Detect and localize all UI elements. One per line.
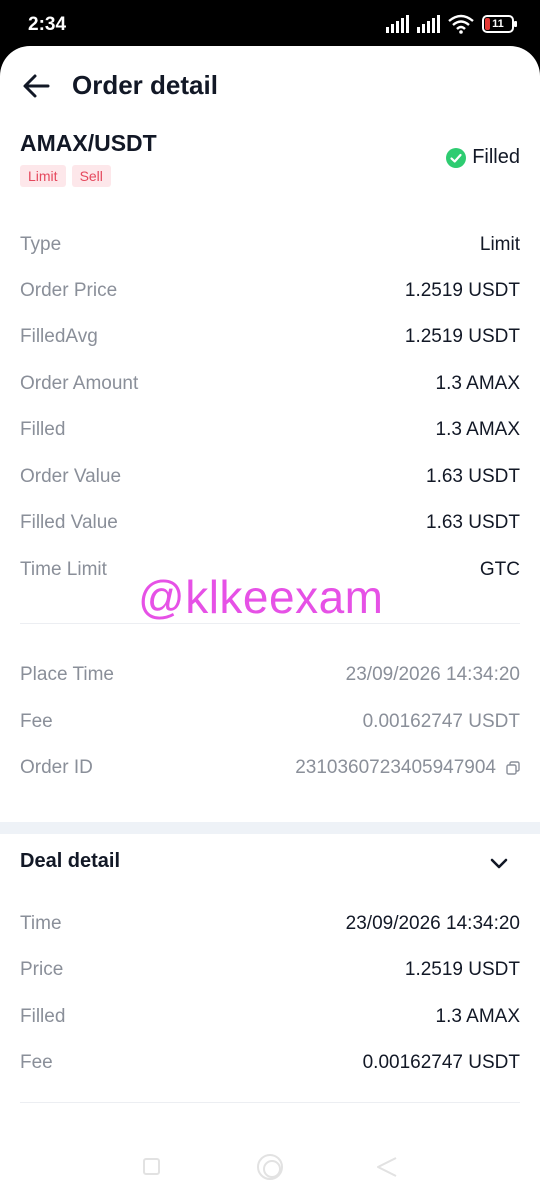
detail-value: 1.2519 USDT <box>404 280 520 301</box>
check-circle-icon <box>446 147 467 168</box>
detail-label: FilledAvg <box>20 326 98 347</box>
meta-row-order-id: Order ID 2310360723405947904 <box>20 753 520 783</box>
detail-label: Time Limit <box>20 559 107 580</box>
header: Order detail <box>0 46 540 126</box>
detail-label: Order Price <box>20 280 118 301</box>
detail-label: Filled <box>20 419 66 440</box>
meta-row-fee: Fee 0.00162747 USDT <box>20 707 520 737</box>
wifi-icon <box>448 14 474 34</box>
detail-label: Filled Value <box>20 512 118 533</box>
signal-icon <box>386 15 409 33</box>
detail-row-type: Type Limit <box>20 230 520 260</box>
order-detail-screen: Order detail AMAX/USDT Limit Sell Filled… <box>0 46 540 1200</box>
meta-value: 0.00162747 USDT <box>362 711 520 732</box>
status-icons: 11 <box>386 14 517 34</box>
order-side-tag: Sell <box>71 165 111 187</box>
deal-detail-title: Deal detail <box>20 850 121 872</box>
deal-value: 1.2519 USDT <box>404 959 520 980</box>
detail-value: 1.63 USDT <box>426 466 520 487</box>
deal-row-price: Price 1.2519 USDT <box>20 955 520 985</box>
status-badge: Filled <box>446 146 520 169</box>
deal-label: Fee <box>20 1052 53 1073</box>
deal-value: 1.3 AMAX <box>435 1006 521 1027</box>
status-label: Filled <box>472 146 520 168</box>
section-divider <box>20 623 520 624</box>
meta-row-place-time: Place Time 23/09/2026 14:34:20 <box>20 660 520 690</box>
detail-label: Type <box>20 234 62 255</box>
system-navbar <box>0 1146 540 1200</box>
detail-row-filled-avg: FilledAvg 1.2519 USDT <box>20 322 520 352</box>
meta-value: 23/09/2026 14:34:20 <box>345 664 520 685</box>
meta-label: Place Time <box>20 664 114 685</box>
detail-row-filled-value: Filled Value 1.63 USDT <box>20 508 520 538</box>
nav-back-icon[interactable] <box>376 1156 398 1178</box>
section-separator <box>0 822 540 834</box>
detail-value: GTC <box>479 559 520 580</box>
arrow-left-icon[interactable] <box>20 70 52 102</box>
deal-row-time: Time 23/09/2026 14:34:20 <box>20 909 520 939</box>
detail-label: Order Value <box>20 466 122 487</box>
status-time: 2:34 <box>28 14 67 35</box>
deal-label: Time <box>20 913 62 934</box>
order-type-tag: Limit <box>20 165 66 187</box>
detail-value: 1.2519 USDT <box>404 326 520 347</box>
detail-value: 1.3 AMAX <box>435 419 521 440</box>
meta-label: Fee <box>20 711 53 732</box>
deal-value: 0.00162747 USDT <box>362 1052 520 1073</box>
order-tags: Limit Sell <box>20 165 111 187</box>
detail-value: Limit <box>479 234 520 255</box>
deal-value: 23/09/2026 14:34:20 <box>345 913 520 934</box>
battery-level: 11 <box>492 18 504 30</box>
detail-label: Order Amount <box>20 373 139 394</box>
deal-row-fee: Fee 0.00162747 USDT <box>20 1048 520 1078</box>
detail-value: 1.3 AMAX <box>435 373 521 394</box>
detail-row-order-value: Order Value 1.63 USDT <box>20 462 520 492</box>
detail-row-order-price: Order Price 1.2519 USDT <box>20 276 520 306</box>
detail-row-filled: Filled 1.3 AMAX <box>20 415 520 445</box>
signal-icon-2 <box>417 15 440 33</box>
deal-label: Price <box>20 959 64 980</box>
status-bar: 2:34 11 <box>0 0 540 50</box>
battery-icon: 11 <box>482 15 517 33</box>
trading-pair: AMAX/USDT <box>20 130 157 156</box>
copy-icon[interactable] <box>506 761 520 775</box>
meta-label: Order ID <box>20 757 93 778</box>
detail-value: 1.63 USDT <box>426 512 520 533</box>
deal-row-filled: Filled 1.3 AMAX <box>20 1002 520 1032</box>
bottom-divider <box>20 1102 520 1103</box>
deal-label: Filled <box>20 1006 66 1027</box>
order-id-copy[interactable]: 2310360723405947904 <box>295 757 520 779</box>
home-button[interactable] <box>257 1154 283 1180</box>
recents-button[interactable] <box>143 1158 160 1175</box>
order-id-value: 2310360723405947904 <box>295 757 496 778</box>
chevron-down-icon[interactable] <box>488 852 510 874</box>
watermark: @klkeexam <box>138 571 384 623</box>
page-title: Order detail <box>72 70 218 100</box>
detail-row-order-amount: Order Amount 1.3 AMAX <box>20 369 520 399</box>
